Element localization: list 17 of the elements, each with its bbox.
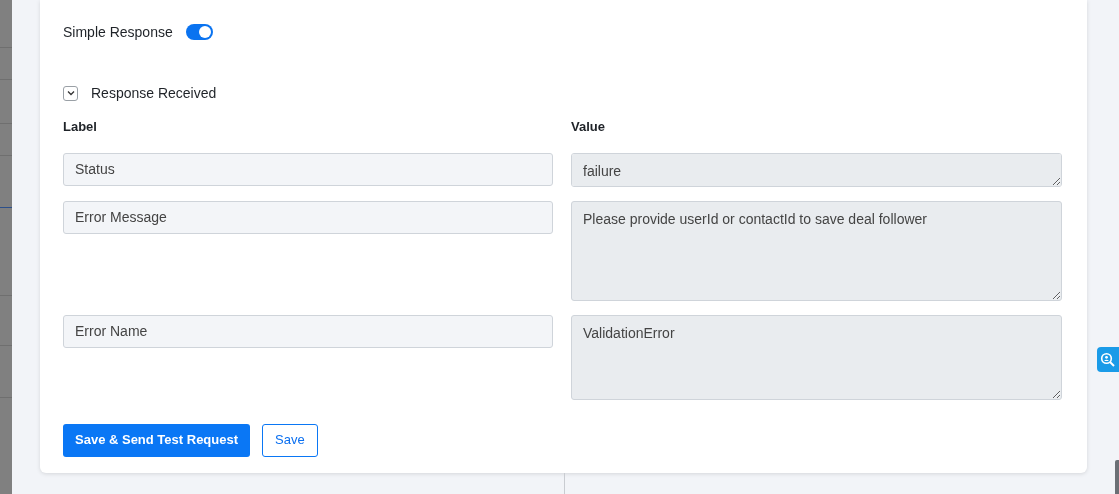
toggle-label: Simple Response [63, 22, 173, 42]
send-test-button[interactable]: Save & Send Test Request [63, 423, 251, 457]
column-header: Value [571, 118, 606, 136]
value-field[interactable]: ValidationError [571, 314, 1062, 400]
value-field[interactable]: failure [571, 152, 1062, 187]
scrollbar-thumb[interactable] [1115, 460, 1119, 494]
collapse-toggle[interactable] [63, 85, 78, 101]
label-field[interactable]: Error Name [63, 314, 553, 348]
column-header: Label [63, 118, 98, 136]
value-field[interactable]: Please provide userId or contactId to save deal follower [571, 200, 1062, 301]
save-button[interactable]: Save [262, 423, 318, 457]
toggle-switch[interactable] [185, 24, 213, 40]
chevron-icon [66, 90, 75, 96]
label-field[interactable]: Status [63, 152, 553, 186]
section-title: Response Received [91, 83, 217, 103]
label-field[interactable]: Error Message [63, 200, 553, 234]
zoom-icon[interactable] [1097, 347, 1119, 372]
